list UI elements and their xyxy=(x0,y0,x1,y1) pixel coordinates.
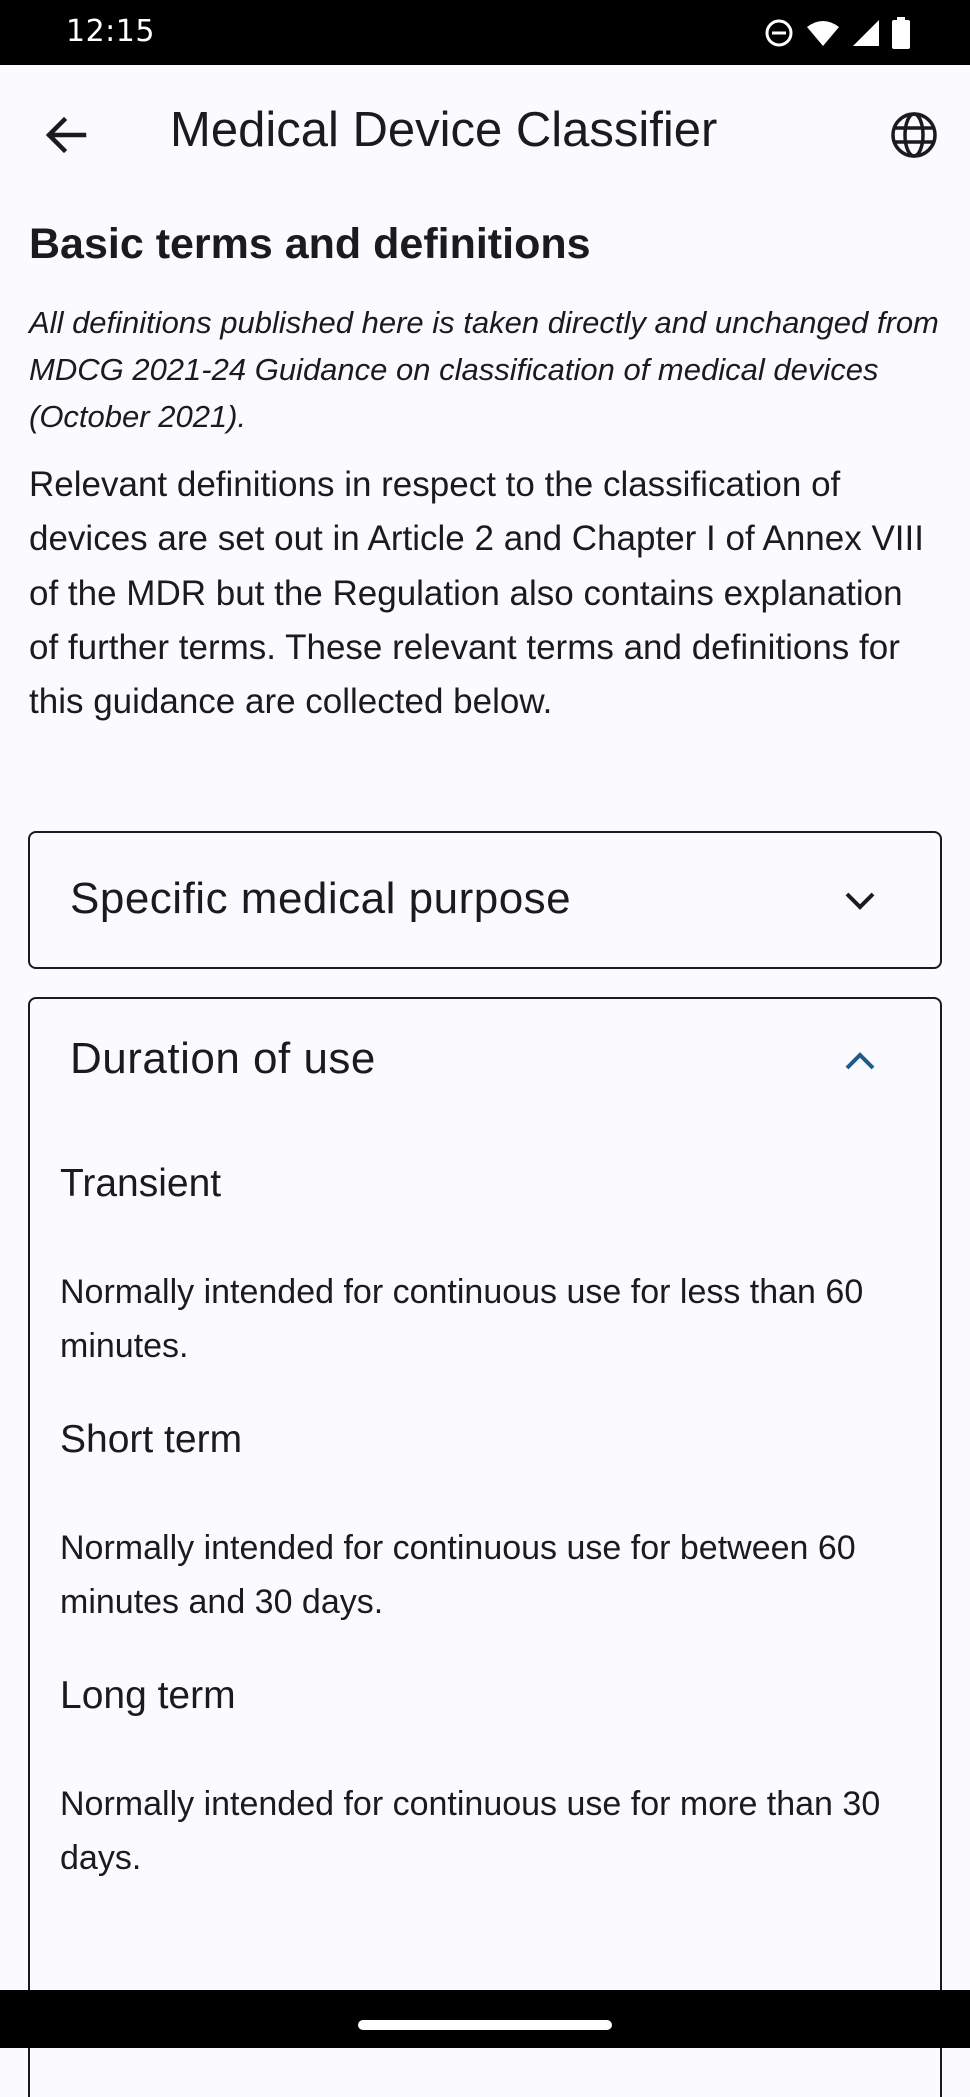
battery-icon xyxy=(892,17,910,49)
page-title: Medical Device Classifier xyxy=(170,103,718,157)
do-not-disturb-icon xyxy=(764,18,794,48)
accordion-header-duration-of-use[interactable]: Duration of use xyxy=(30,999,940,1135)
term-definition: Normally intended for continuous use for… xyxy=(60,1529,856,1621)
term-item: Transient Normally intended for continuo… xyxy=(60,1159,910,1373)
accordion-title: Duration of use xyxy=(70,1034,376,1083)
cell-signal-icon xyxy=(852,19,880,47)
content: Basic terms and definitions All definiti… xyxy=(29,197,941,729)
status-icons xyxy=(764,14,910,52)
term-name: Transient xyxy=(60,1162,222,1205)
accordion-header-specific-medical-purpose[interactable]: Specific medical purpose xyxy=(30,833,940,969)
term-definition: Normally intended for continuous use for… xyxy=(60,1273,864,1365)
intro-text: Relevant definitions in respect to the c… xyxy=(29,465,924,722)
term-item: Short term Normally intended for continu… xyxy=(60,1415,910,1629)
status-time: 12:15 xyxy=(66,14,155,49)
home-indicator[interactable] xyxy=(358,2020,612,2030)
chevron-up-icon xyxy=(840,1041,880,1081)
chevron-down-icon xyxy=(840,881,880,921)
globe-icon xyxy=(890,111,938,164)
term-item: Long term Normally intended for continuo… xyxy=(60,1671,910,1885)
back-button[interactable] xyxy=(30,101,102,173)
language-button[interactable] xyxy=(878,101,950,173)
section-heading: Basic terms and definitions xyxy=(29,220,591,268)
arrow-back-icon xyxy=(44,113,88,162)
term-name: Short term xyxy=(60,1418,243,1461)
wifi-icon xyxy=(806,19,840,47)
term-name: Long term xyxy=(60,1674,236,1717)
status-bar: 12:15 xyxy=(0,0,970,65)
term-list: Transient Normally intended for continuo… xyxy=(60,1159,910,1885)
system-navigation-bar xyxy=(0,1990,970,2048)
accordion-duration-of-use: Duration of use Transient Normally inten… xyxy=(28,997,942,2097)
term-definition: Normally intended for continuous use for… xyxy=(60,1785,881,1877)
source-note: All definitions published here is taken … xyxy=(29,305,939,434)
top-app-bar: Medical Device Classifier xyxy=(0,65,970,197)
accordion-title: Specific medical purpose xyxy=(70,874,572,923)
accordion-specific-medical-purpose: Specific medical purpose xyxy=(28,831,942,969)
